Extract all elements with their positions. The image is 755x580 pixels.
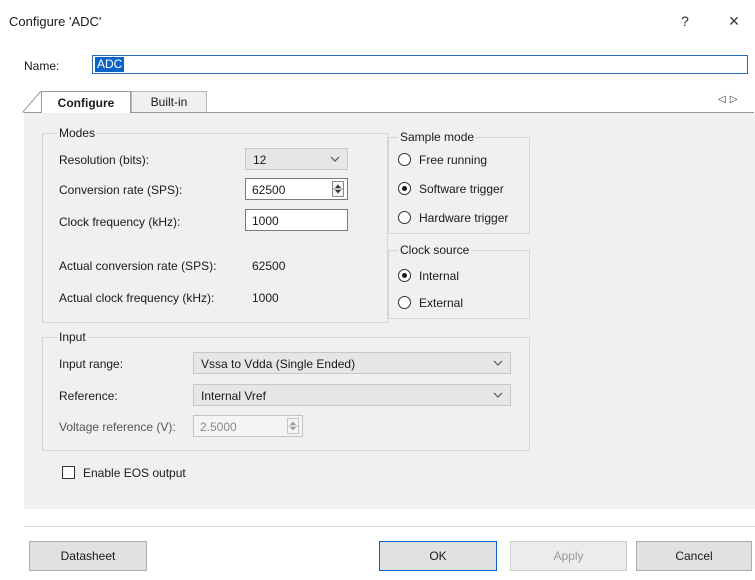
datasheet-button[interactable]: Datasheet <box>29 541 147 571</box>
name-input[interactable]: ADC <box>92 55 748 74</box>
enable-eos-label[interactable]: Enable EOS output <box>83 466 186 480</box>
voltage-reference-spinner[interactable] <box>287 418 299 434</box>
radio-internal[interactable] <box>398 269 411 282</box>
conversion-rate-spinner[interactable] <box>332 181 344 197</box>
help-button[interactable]: ? <box>671 9 699 33</box>
sample-mode-group: Sample mode Free running Software trigge… <box>388 130 530 234</box>
conversion-rate-label: Conversion rate (SPS): <box>59 183 183 197</box>
actual-conversion-rate-value: 62500 <box>252 259 286 273</box>
spinner-arrows-icon <box>288 421 298 431</box>
hardware-trigger-label[interactable]: Hardware trigger <box>419 211 508 225</box>
voltage-reference-value: 2.5000 <box>200 420 237 434</box>
modes-group: Modes Resolution (bits): 12 Conversion r… <box>42 126 388 323</box>
radio-external[interactable] <box>398 296 411 309</box>
tab-built-in[interactable]: Built-in <box>131 91 207 112</box>
reference-label: Reference: <box>59 389 118 403</box>
clock-frequency-input[interactable]: 1000 <box>245 209 348 231</box>
resolution-label: Resolution (bits): <box>59 153 150 167</box>
tab-slant-decoration <box>22 91 42 113</box>
chevron-down-icon <box>493 360 503 366</box>
voltage-reference-input[interactable]: 2.5000 <box>193 415 303 437</box>
input-group: Input Input range: Vssa to Vdda (Single … <box>42 330 530 451</box>
radio-hardware-trigger[interactable] <box>398 211 411 224</box>
chevron-down-icon <box>493 392 503 398</box>
tab-configure[interactable]: Configure <box>41 91 131 113</box>
actual-clock-frequency-label: Actual clock frequency (kHz): <box>59 291 215 305</box>
resolution-value: 12 <box>253 153 267 167</box>
name-label: Name: <box>24 59 60 73</box>
input-group-title: Input <box>57 330 88 344</box>
reference-select[interactable]: Internal Vref <box>193 384 511 406</box>
window-title: Configure 'ADC' <box>9 14 102 29</box>
free-running-label[interactable]: Free running <box>419 153 487 167</box>
name-value: ADC <box>95 57 125 72</box>
input-range-select[interactable]: Vssa to Vdda (Single Ended) <box>193 352 511 374</box>
chevron-down-icon <box>330 156 340 162</box>
clock-frequency-label: Clock frequency (kHz): <box>59 215 181 229</box>
clock-source-group: Clock source Internal External <box>388 243 530 319</box>
actual-clock-frequency-value: 1000 <box>252 291 279 305</box>
voltage-reference-label: Voltage reference (V): <box>59 420 176 434</box>
actual-conversion-rate-label: Actual conversion rate (SPS): <box>59 259 217 273</box>
close-button[interactable]: × <box>720 9 748 33</box>
resolution-select[interactable]: 12 <box>245 148 348 170</box>
internal-label[interactable]: Internal <box>419 269 459 283</box>
software-trigger-label[interactable]: Software trigger <box>419 182 504 196</box>
input-range-value: Vssa to Vdda (Single Ended) <box>201 357 356 371</box>
radio-software-trigger[interactable] <box>398 182 411 195</box>
tab-scroll-arrows[interactable]: ◁▷ <box>718 94 741 105</box>
tab-scroll-left-icon[interactable]: ◁ <box>718 94 730 105</box>
configure-panel: Modes Resolution (bits): 12 Conversion r… <box>24 113 755 509</box>
reference-value: Internal Vref <box>201 389 266 403</box>
ok-button[interactable]: OK <box>379 541 497 571</box>
spinner-arrows-icon <box>333 184 343 194</box>
apply-button[interactable]: Apply <box>510 541 627 571</box>
input-range-label: Input range: <box>59 357 124 371</box>
clock-frequency-value: 1000 <box>252 214 279 228</box>
external-label[interactable]: External <box>419 296 463 310</box>
clock-source-title: Clock source <box>398 243 472 257</box>
tab-scroll-right-icon[interactable]: ▷ <box>730 94 742 105</box>
cancel-button[interactable]: Cancel <box>636 541 752 571</box>
footer-divider <box>24 526 755 527</box>
modes-group-title: Modes <box>57 126 98 140</box>
radio-free-running[interactable] <box>398 153 411 166</box>
conversion-rate-value: 62500 <box>252 183 286 197</box>
conversion-rate-input[interactable]: 62500 <box>245 178 348 200</box>
sample-mode-title: Sample mode <box>398 130 477 144</box>
enable-eos-checkbox[interactable] <box>62 466 75 479</box>
